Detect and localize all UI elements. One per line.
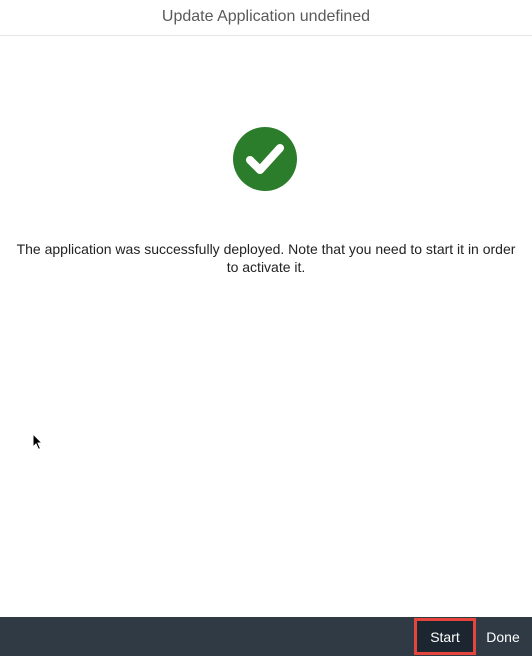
update-application-dialog: Update Application undefined The applica… bbox=[0, 0, 532, 656]
dialog-footer: Start Done bbox=[0, 617, 532, 656]
start-button[interactable]: Start bbox=[414, 618, 476, 655]
dialog-title: Update Application undefined bbox=[161, 7, 371, 25]
dialog-header: Update Application undefined bbox=[0, 0, 532, 36]
mouse-cursor-icon bbox=[32, 432, 44, 451]
checkmark-circle-icon bbox=[233, 127, 297, 191]
done-button[interactable]: Done bbox=[480, 617, 526, 656]
dialog-body: The application was successfully deploye… bbox=[0, 36, 532, 616]
success-message: The application was successfully deploye… bbox=[16, 241, 516, 275]
